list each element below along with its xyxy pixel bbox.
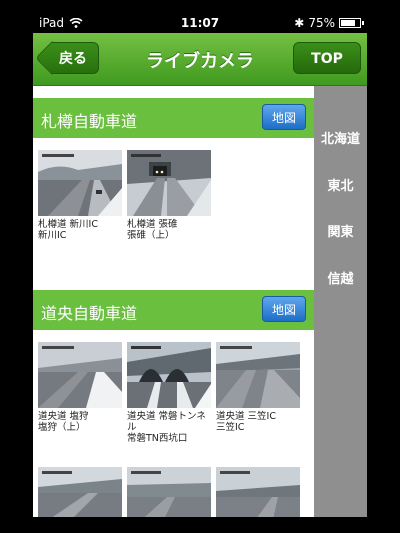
- section-title: 札樽自動車道: [41, 112, 138, 131]
- camera-thumbnail[interactable]: [216, 342, 300, 408]
- navigation-bar: 戻る ライブカメラ TOP: [33, 33, 367, 86]
- status-bar: iPad 11:07 ✱ 75%: [33, 13, 367, 33]
- camera-name: 札樽道 新川IC: [38, 219, 98, 230]
- camera-thumbnail[interactable]: [216, 467, 300, 517]
- camera-thumbnail[interactable]: [127, 342, 211, 408]
- camera-location: 塩狩（上）: [38, 422, 86, 433]
- camera-item[interactable]: 道央道 三笠IC 三笠IC: [216, 342, 300, 433]
- region-hokkaido[interactable]: 北海道: [314, 128, 367, 147]
- battery-icon: [339, 18, 364, 28]
- region-shinetsu[interactable]: 信越: [314, 268, 367, 287]
- camera-thumbnail[interactable]: [38, 467, 122, 517]
- camera-item[interactable]: [216, 467, 300, 517]
- section-header-sasson: 札樽自動車道 地図: [33, 98, 314, 138]
- camera-name: 道央道 塩狩: [38, 411, 89, 422]
- camera-thumbnail[interactable]: [38, 342, 122, 408]
- camera-name: 道央道 常磐トンネル: [127, 411, 206, 433]
- region-tohoku[interactable]: 東北: [314, 175, 367, 194]
- camera-name: 道央道 三笠IC: [216, 411, 276, 422]
- camera-item[interactable]: 道央道 常磐トンネル 常磐TN西坑口: [127, 342, 211, 444]
- camera-item[interactable]: [38, 467, 122, 517]
- section-header-do-o: 道央自動車道 地図: [33, 290, 314, 330]
- region-index: 北海道 東北 関東 信越: [314, 86, 367, 517]
- camera-list[interactable]: 札樽自動車道 地図 札樽道 新川IC 新川IC 札樽道 張碓 張碓（上） 道央自…: [33, 86, 314, 517]
- camera-name: 札樽道 張碓: [127, 219, 178, 230]
- camera-location: 張碓（上）: [127, 230, 175, 241]
- battery-percent: 75%: [308, 16, 335, 30]
- map-button[interactable]: 地図: [262, 104, 306, 130]
- camera-item[interactable]: 札樽道 新川IC 新川IC: [38, 150, 122, 241]
- section-title: 道央自動車道: [41, 304, 138, 323]
- camera-item[interactable]: 道央道 塩狩 塩狩（上）: [38, 342, 122, 433]
- camera-thumbnail[interactable]: [38, 150, 122, 216]
- camera-thumbnail[interactable]: [127, 467, 211, 517]
- device-screen: iPad 11:07 ✱ 75% 戻る ライブカメラ TOP 札樽自動車道 地図: [33, 13, 367, 517]
- camera-location: 三笠IC: [216, 422, 245, 433]
- camera-location: 新川IC: [38, 230, 67, 241]
- top-button[interactable]: TOP: [293, 42, 361, 74]
- camera-item[interactable]: 札樽道 張碓 張碓（上）: [127, 150, 211, 241]
- region-kanto[interactable]: 関東: [314, 221, 367, 240]
- camera-location: 常磐TN西坑口: [127, 433, 188, 444]
- map-button[interactable]: 地図: [262, 296, 306, 322]
- camera-item[interactable]: [127, 467, 211, 517]
- camera-thumbnail[interactable]: [127, 150, 211, 216]
- bluetooth-icon: ✱: [294, 16, 305, 30]
